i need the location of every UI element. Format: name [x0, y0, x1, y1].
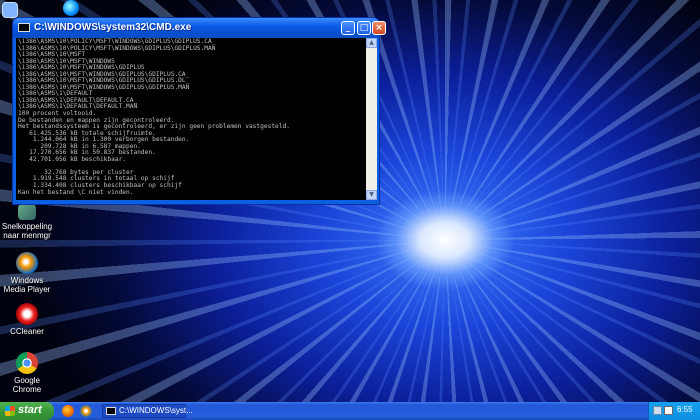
scroll-down-arrow-icon[interactable]: ▼	[366, 190, 377, 200]
cmd-icon	[18, 23, 30, 32]
recycle-bin-icon-image	[2, 2, 18, 18]
internet-explorer-icon[interactable]	[60, 0, 82, 18]
desktop-wallpaper: Snelkoppeling naar menmgr Windows Media …	[0, 0, 700, 402]
network-icon[interactable]	[653, 406, 662, 415]
close-button[interactable]: ×	[372, 21, 386, 35]
media-quicklaunch-icon[interactable]	[80, 405, 92, 417]
chrome-icon	[16, 352, 38, 374]
start-button[interactable]: start	[0, 402, 54, 420]
desktop-icon-windows-media-player[interactable]: Windows Media Player	[0, 252, 54, 294]
cmd-icon	[106, 407, 116, 415]
taskbar-item-cmd[interactable]: C:\WINDOWS\syst...	[102, 404, 193, 418]
desktop-icon-label: Google Chrome	[12, 376, 42, 394]
clock: 6:55	[677, 405, 693, 414]
volume-icon[interactable]	[664, 406, 673, 415]
recycle-bin-icon[interactable]	[0, 0, 18, 18]
ie-logo-icon	[63, 0, 79, 16]
windows-flag-icon	[5, 406, 15, 416]
console-output[interactable]: \i386\ASMS\10\POLICY\MSFT\WINDOWS\GDIPLU…	[16, 38, 366, 200]
firefox-quicklaunch-icon[interactable]	[62, 405, 74, 417]
console-line: 42.701.056 kB beschikbaar.	[18, 155, 127, 163]
media-player-icon	[16, 252, 38, 274]
cmd-window[interactable]: C:\WINDOWS\system32\CMD.exe _ □ × \i386\…	[12, 17, 386, 205]
desktop-icon-menmgr[interactable]: Snelkoppeling naar menmgr	[0, 204, 54, 240]
ccleaner-icon	[16, 303, 38, 325]
taskbar: start C:\WINDOWS\syst... 6:55	[0, 402, 700, 420]
start-label: start	[18, 404, 42, 416]
console-text: \i386\ASMS\10\POLICY\MSFT\WINDOWS\GDIPLU…	[16, 38, 366, 200]
system-tray: 6:55	[648, 402, 700, 420]
vertical-scrollbar[interactable]: ▲ ▼	[366, 38, 377, 200]
taskbar-item-label: C:\WINDOWS\syst...	[119, 406, 193, 415]
scroll-up-arrow-icon[interactable]: ▲	[366, 38, 377, 48]
desktop-icon-label: CCleaner	[10, 327, 44, 336]
desktop-icon-label: Snelkoppeling naar menmgr	[1, 222, 53, 240]
console-line: Kan het bestand \C niet vinden.	[18, 188, 134, 196]
window-title: C:\WINDOWS\system32\CMD.exe	[34, 22, 192, 33]
maximize-button[interactable]: □	[357, 21, 371, 35]
shortcut-icon	[18, 204, 36, 220]
minimize-button[interactable]: _	[341, 21, 355, 35]
desktop-icon-google-chrome[interactable]: Google Chrome	[0, 352, 54, 394]
desktop-icon-ccleaner[interactable]: CCleaner	[0, 303, 54, 336]
window-titlebar[interactable]: C:\WINDOWS\system32\CMD.exe _ □ ×	[13, 18, 386, 38]
desktop-icon-label: Windows Media Player	[3, 276, 51, 294]
